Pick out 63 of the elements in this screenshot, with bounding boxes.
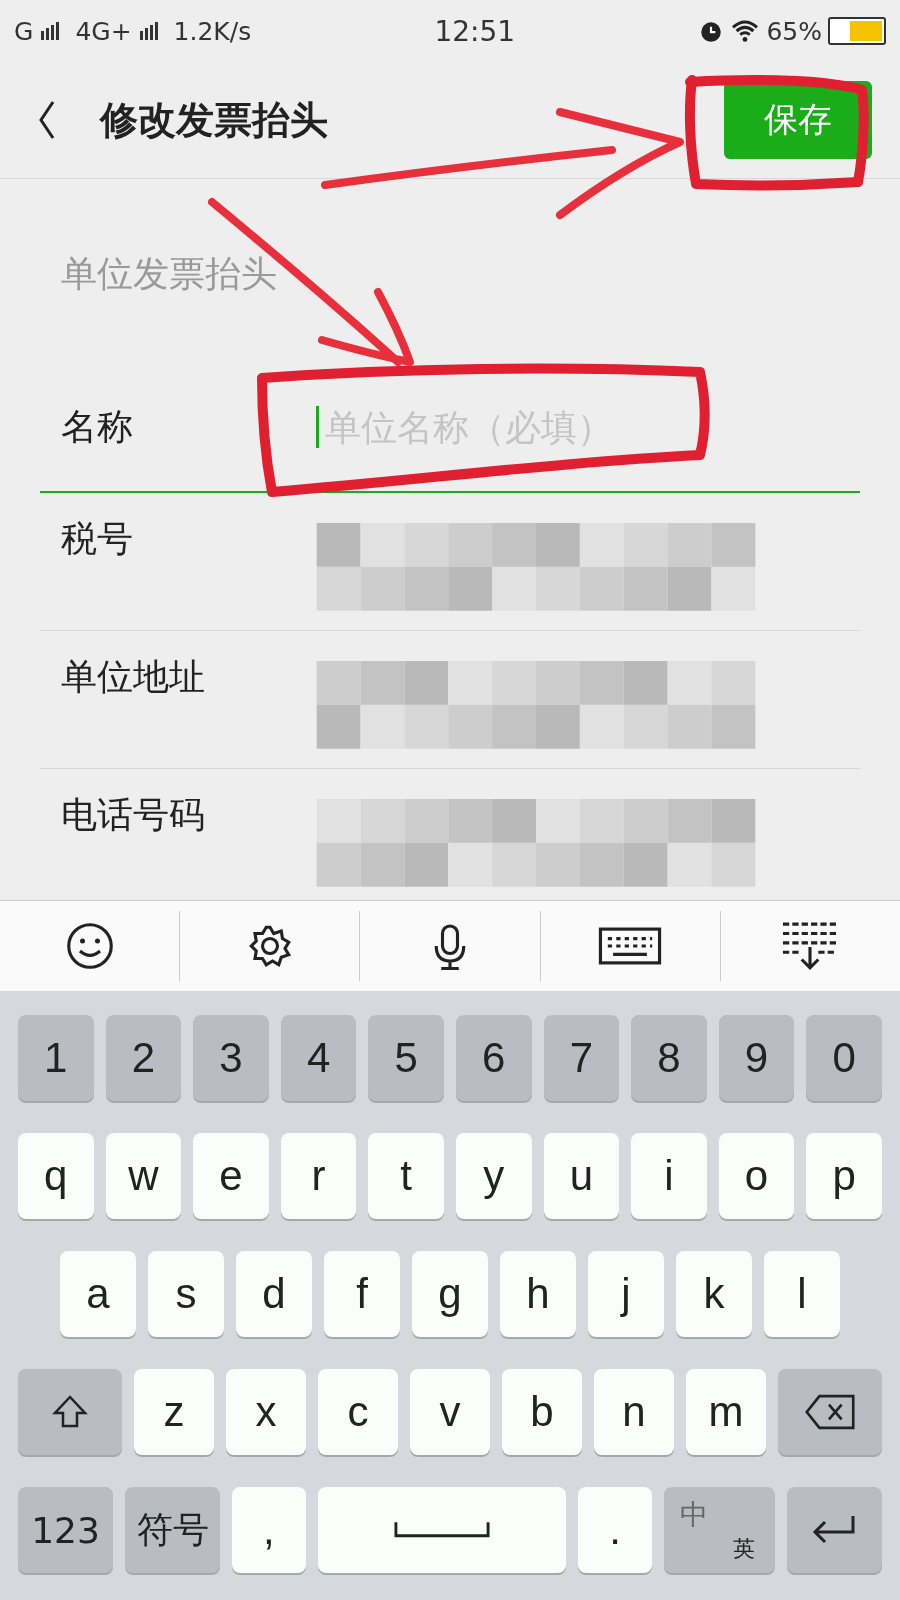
key[interactable]: l xyxy=(764,1251,840,1337)
key[interactable]: d xyxy=(236,1251,312,1337)
key[interactable]: h xyxy=(500,1251,576,1337)
key[interactable]: 8 xyxy=(631,1015,707,1101)
enter-key[interactable] xyxy=(786,1487,882,1573)
page-title: 修改发票抬头 xyxy=(100,96,328,144)
language-key[interactable]: 中 英 xyxy=(663,1487,775,1573)
key[interactable]: 6 xyxy=(455,1015,532,1101)
signal-icon xyxy=(137,21,160,41)
key[interactable]: r xyxy=(280,1133,357,1219)
field-label: 电话号码 xyxy=(60,793,206,837)
battery-icon xyxy=(828,17,886,45)
key[interactable]: 5 xyxy=(368,1015,444,1101)
key[interactable]: g xyxy=(412,1251,488,1337)
space-icon xyxy=(394,1520,490,1540)
key[interactable]: m xyxy=(686,1369,766,1455)
key[interactable]: , xyxy=(232,1487,306,1573)
field-label: 税号 xyxy=(60,517,134,561)
backspace-icon xyxy=(803,1393,857,1431)
field-label: 名称 xyxy=(60,404,134,449)
network-speed: 1.2K/s xyxy=(173,16,252,46)
key[interactable]: s xyxy=(148,1251,224,1337)
key[interactable]: q xyxy=(18,1133,94,1219)
key[interactable]: u xyxy=(543,1133,620,1219)
key[interactable]: v xyxy=(410,1369,490,1455)
key[interactable]: 0 xyxy=(806,1015,882,1101)
key[interactable]: 9 xyxy=(718,1015,795,1101)
key[interactable]: . xyxy=(578,1487,652,1573)
key[interactable]: 1 xyxy=(18,1015,94,1101)
key[interactable]: i xyxy=(631,1133,707,1219)
key[interactable]: c xyxy=(318,1369,398,1455)
key[interactable]: 2 xyxy=(105,1015,182,1101)
key[interactable]: 4 xyxy=(280,1015,357,1101)
section-label: 单位发票抬头 xyxy=(61,254,277,294)
key[interactable]: o xyxy=(718,1133,795,1219)
key[interactable]: n xyxy=(594,1369,674,1455)
key[interactable]: x xyxy=(226,1369,306,1455)
shift-key[interactable] xyxy=(18,1369,122,1455)
network-type: G xyxy=(14,16,34,46)
key[interactable]: j xyxy=(588,1251,664,1337)
key[interactable]: e xyxy=(193,1133,269,1219)
key[interactable]: 123 xyxy=(18,1487,114,1573)
key[interactable]: 7 xyxy=(543,1015,620,1101)
smiley-icon[interactable] xyxy=(64,921,115,971)
keyboard-icon[interactable] xyxy=(598,927,663,965)
clock: 12:51 xyxy=(434,14,516,48)
network-type: 4G+ xyxy=(75,16,132,46)
key[interactable]: z xyxy=(134,1369,214,1455)
key[interactable]: w xyxy=(105,1133,182,1219)
key[interactable]: t xyxy=(368,1133,444,1219)
wifi-icon xyxy=(730,19,761,43)
key[interactable]: b xyxy=(502,1369,582,1455)
key[interactable]: 符号 xyxy=(125,1487,221,1573)
signal-icon xyxy=(39,21,62,41)
key[interactable]: 3 xyxy=(193,1015,269,1101)
key[interactable]: p xyxy=(806,1133,882,1219)
backspace-key[interactable] xyxy=(778,1369,882,1455)
key[interactable]: k xyxy=(676,1251,752,1337)
key[interactable]: f xyxy=(324,1251,400,1337)
battery-percent: 65% xyxy=(766,16,822,46)
key[interactable]: y xyxy=(455,1133,532,1219)
field-label: 单位地址 xyxy=(60,655,206,699)
key[interactable]: a xyxy=(60,1251,136,1337)
